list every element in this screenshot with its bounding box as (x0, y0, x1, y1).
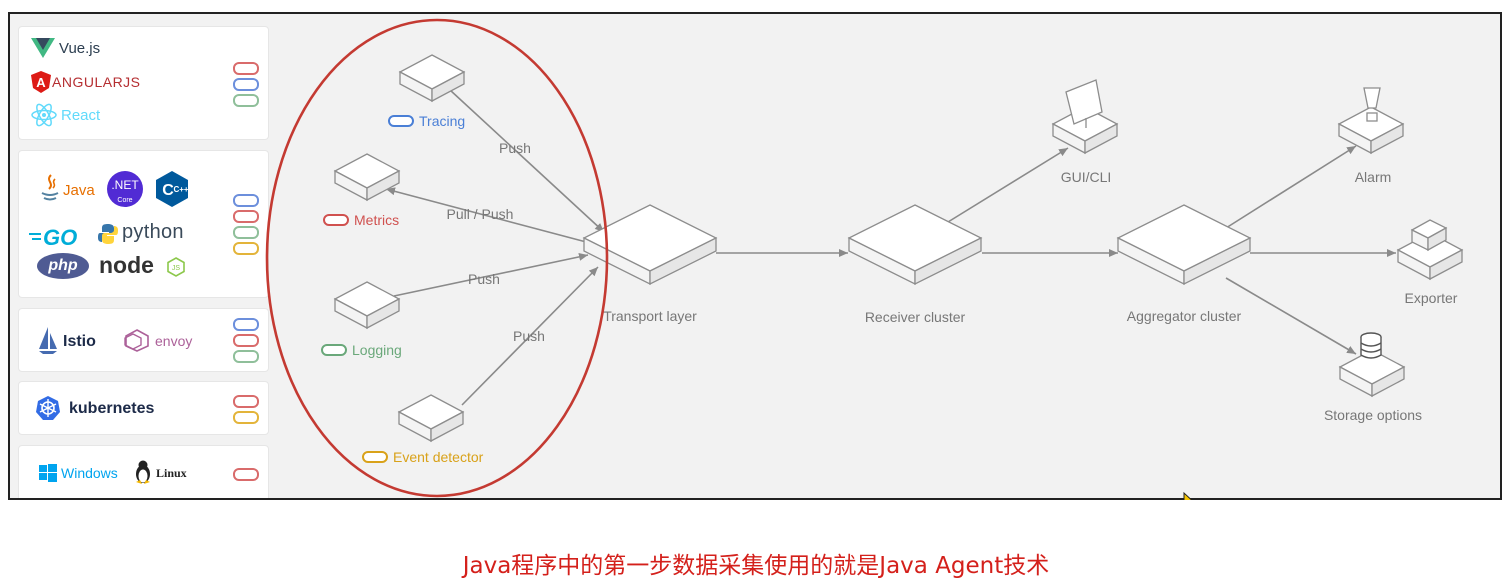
metrics-label: Metrics (354, 212, 399, 228)
event-detector-node (398, 394, 464, 442)
edge-receiver-gui (947, 147, 1069, 223)
receiver-cluster-node (848, 204, 982, 285)
tracing-label: Tracing (419, 113, 465, 129)
metrics-node (334, 153, 400, 201)
receiver-cluster-label: Receiver cluster (865, 309, 966, 325)
caption-text: Java程序中的第一步数据采集使用的就是Java Agent技术 (462, 553, 1050, 579)
event-pill (362, 451, 388, 463)
alarm-label: Alarm (1355, 169, 1392, 185)
edge-aggregator-storage (1225, 277, 1357, 355)
edge-label-push-tracing: Push (499, 140, 531, 156)
telemetry-flow-diagram: Push Pull / Push Push Push Tracing Metri… (265, 18, 1463, 500)
transport-layer-label: Transport layer (603, 308, 697, 324)
logging-label: Logging (352, 342, 402, 358)
tracing-pill (388, 115, 414, 127)
edge-label-pull-push: Pull / Push (447, 206, 514, 222)
gui-cli-label: GUI/CLI (1061, 169, 1112, 185)
edge-aggregator-alarm (1225, 145, 1357, 229)
alarm-icon (1363, 87, 1381, 122)
logging-pill (321, 344, 347, 356)
metrics-pill (323, 214, 349, 226)
aggregator-cluster-label: Aggregator cluster (1127, 308, 1242, 324)
logging-node (334, 281, 400, 329)
mouse-cursor-icon (1183, 491, 1193, 500)
edge-label-push-logging: Push (468, 271, 500, 287)
exporter-label: Exporter (1405, 290, 1458, 306)
storage-options-label: Storage options (1324, 407, 1422, 423)
edge-label-push-event: Push (513, 328, 545, 344)
database-icon (1360, 332, 1382, 359)
event-detector-label: Event detector (393, 449, 484, 465)
aggregator-cluster-node (1117, 204, 1251, 285)
